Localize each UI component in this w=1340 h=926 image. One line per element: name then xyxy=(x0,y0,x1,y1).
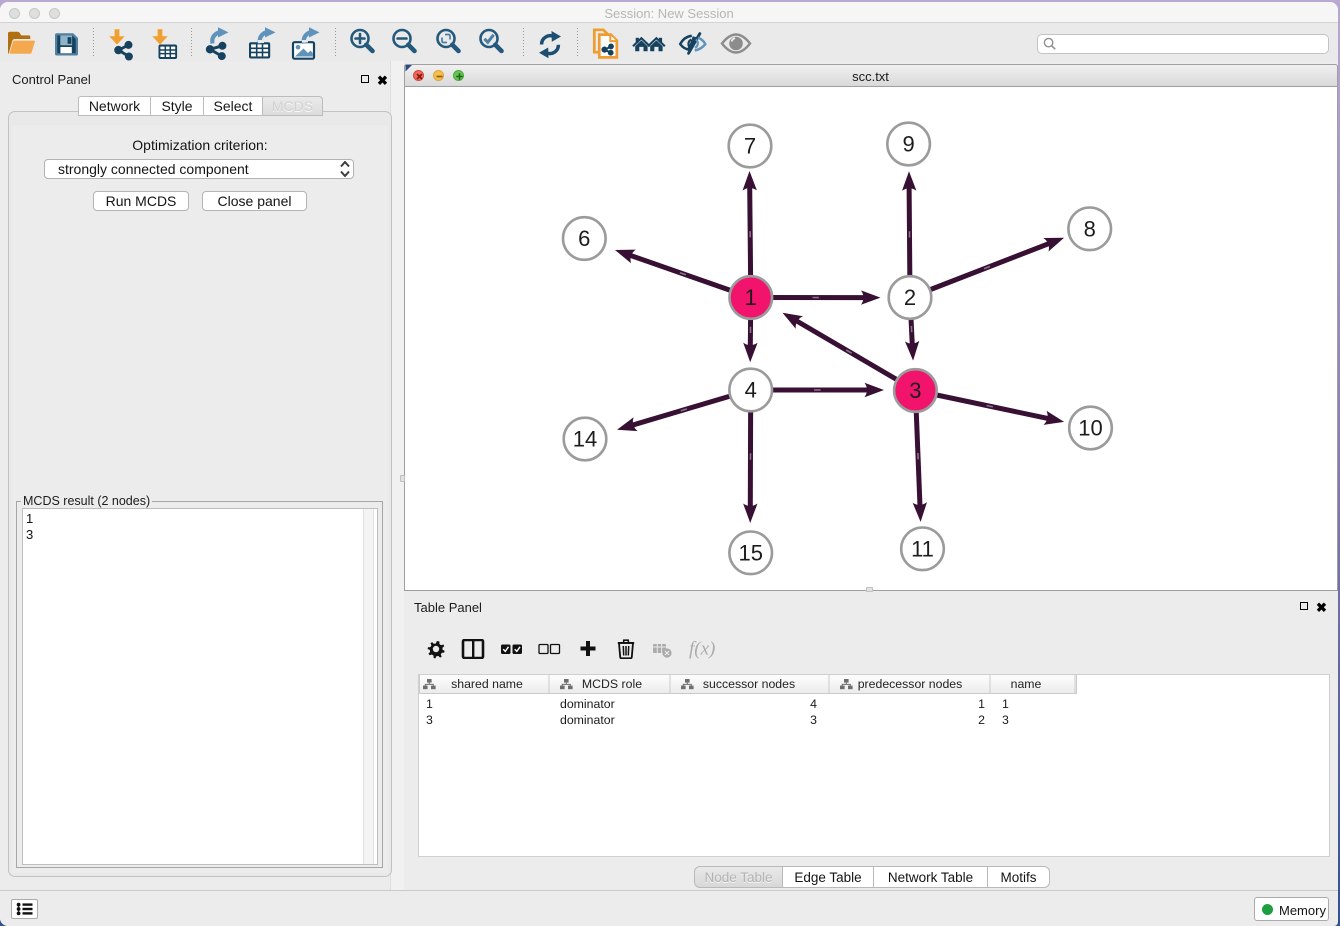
svg-text:dominator: dominator xyxy=(560,697,615,711)
svg-text:8: 8 xyxy=(1084,216,1096,241)
svg-text:4: 4 xyxy=(745,378,757,403)
svg-text:1: 1 xyxy=(978,697,985,711)
svg-text:9: 9 xyxy=(902,132,914,157)
svg-text:shared name: shared name xyxy=(451,677,523,691)
svg-text:3: 3 xyxy=(810,713,817,727)
svg-text:1: 1 xyxy=(1002,697,1009,711)
svg-text:successor nodes: successor nodes xyxy=(703,677,795,691)
svg-text:3: 3 xyxy=(426,713,433,727)
svg-text:7: 7 xyxy=(744,134,756,159)
svg-text:3: 3 xyxy=(1002,713,1009,727)
svg-text:1: 1 xyxy=(426,697,433,711)
svg-text:3: 3 xyxy=(909,378,921,403)
svg-text:14: 14 xyxy=(573,427,597,452)
svg-text:11: 11 xyxy=(911,536,934,561)
svg-text:f(x): f(x) xyxy=(689,639,715,659)
svg-text:10: 10 xyxy=(1078,416,1102,441)
svg-text:2: 2 xyxy=(904,285,916,310)
svg-text:1: 1 xyxy=(745,285,757,310)
svg-text:predecessor nodes: predecessor nodes xyxy=(858,677,963,691)
svg-text:4: 4 xyxy=(810,697,817,711)
svg-text:MCDS role: MCDS role xyxy=(582,677,642,691)
svg-text:2: 2 xyxy=(978,713,985,727)
svg-text:name: name xyxy=(1011,677,1042,691)
svg-text:dominator: dominator xyxy=(560,713,615,727)
svg-text:15: 15 xyxy=(738,540,762,565)
svg-text:6: 6 xyxy=(578,226,590,251)
